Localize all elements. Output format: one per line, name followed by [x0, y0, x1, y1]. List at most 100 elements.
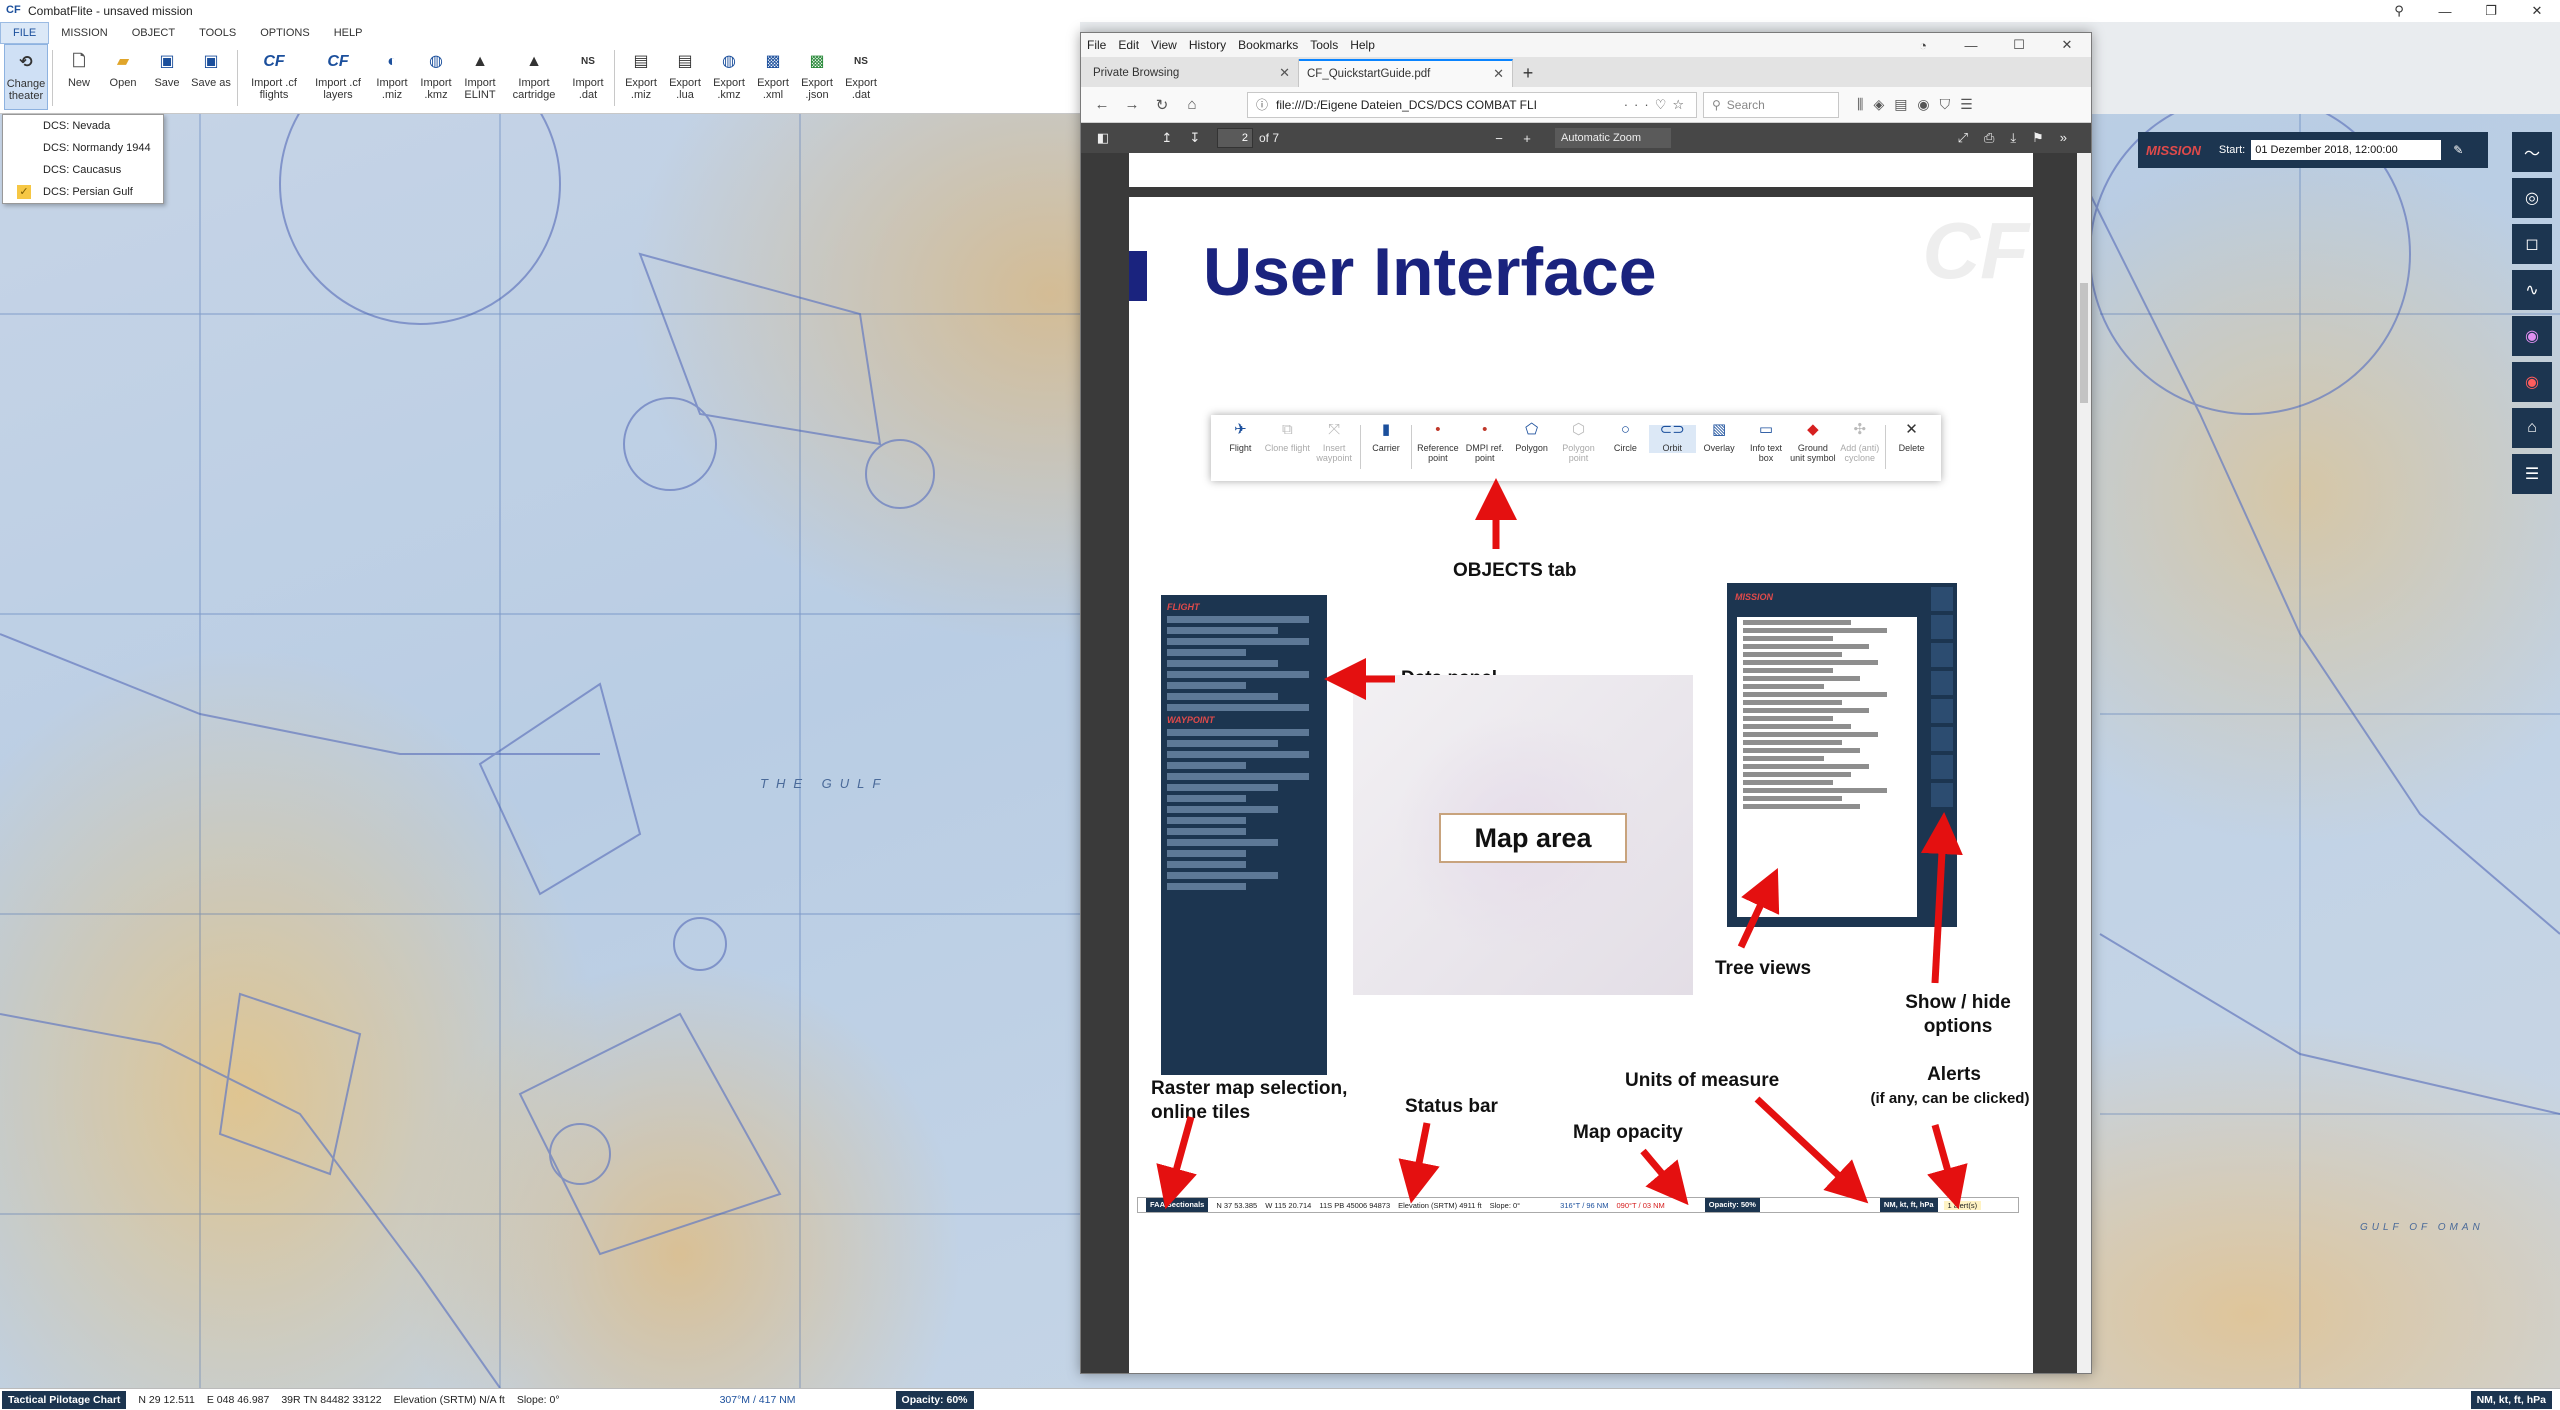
forward-icon[interactable]: → — [1117, 91, 1147, 119]
prev-page-icon[interactable]: ↥ — [1153, 130, 1181, 146]
import-elint-button[interactable]: ▲ Import ELINT — [458, 44, 502, 110]
ff-minimize-button[interactable]: — — [1947, 33, 1995, 57]
menu-file[interactable]: FILE — [0, 22, 50, 44]
point-icon: • — [1482, 421, 1488, 438]
ff-menu-edit[interactable]: Edit — [1118, 38, 1139, 52]
tab-quickstart-pdf[interactable]: CF_QuickstartGuide.pdf ✕ — [1299, 59, 1513, 87]
pdf-scrollbar[interactable] — [2077, 153, 2091, 1373]
change-theater-button[interactable]: ⟲ Change theater — [4, 44, 48, 110]
square-toggle-button[interactable]: ◻ — [2512, 224, 2552, 264]
airbase-toggle-button[interactable]: ⌂ — [2512, 408, 2552, 448]
menu-object[interactable]: OBJECT — [120, 22, 187, 44]
os-label: Circle — [1613, 443, 1637, 453]
home-icon[interactable]: ⌂ — [1177, 91, 1207, 119]
import-kmz-button[interactable]: ◍ Import .kmz — [414, 44, 458, 110]
new-button[interactable]: 🗋 New — [57, 44, 101, 110]
theater-item-caucasus[interactable]: DCS: Caucasus — [3, 159, 163, 181]
export-lua-button[interactable]: ▤ Export .lua — [663, 44, 707, 110]
target-toggle-button[interactable]: ◉ — [2512, 316, 2552, 356]
main-menubar: FILE MISSION OBJECT TOOLS OPTIONS HELP — [0, 22, 1080, 44]
pdf-scrollbar-thumb[interactable] — [2080, 283, 2088, 403]
pdf-actions[interactable]: ⤢⎙⤓⚑» — [1958, 130, 2083, 146]
ff-tabstrip: Private Browsing ✕ CF_QuickstartGuide.pd… — [1081, 57, 2091, 87]
import-flights-button[interactable]: CF Import .cf flights — [242, 44, 306, 110]
pdf-page-input[interactable]: 2 — [1217, 128, 1253, 148]
close-icon[interactable]: ✕ — [1493, 66, 1504, 82]
ff-menu-bookmarks[interactable]: Bookmarks — [1238, 38, 1298, 52]
start-date-input[interactable]: 01 Dezember 2018, 12:00:00 — [2251, 140, 2442, 160]
close-icon[interactable]: ✕ — [1279, 65, 1290, 81]
ff-maximize-button[interactable]: ☐ — [1995, 33, 2043, 57]
export-kmz-button[interactable]: ◍ Export .kmz — [707, 44, 751, 110]
ff-toolbar-icons[interactable]: ⫼◈▤◉⛉☰ — [1857, 96, 1983, 113]
back-icon[interactable]: ← — [1087, 91, 1117, 119]
next-page-icon[interactable]: ↧ — [1181, 130, 1209, 146]
os-label: DMPI ref. point — [1465, 443, 1504, 463]
ff-menu-tools[interactable]: Tools — [1310, 38, 1338, 52]
menu-options[interactable]: OPTIONS — [248, 22, 322, 44]
new-tab-button[interactable]: + — [1513, 59, 1543, 87]
close-button[interactable]: ✕ — [2514, 0, 2560, 22]
notes-toggle-button[interactable]: ☰ — [2512, 454, 2552, 494]
ss-mgrs: 11S PB 45006 94873 — [1319, 1200, 1391, 1210]
sidebar-toggle-icon[interactable]: ◧ — [1089, 130, 1117, 146]
zoom-select[interactable]: Automatic Zoom — [1555, 128, 1671, 148]
save-button[interactable]: ▣ Save — [145, 44, 189, 110]
menu-mission[interactable]: MISSION — [49, 22, 119, 44]
start-label: Start: — [2218, 144, 2246, 156]
threat-toggle-button[interactable]: ◉ — [2512, 362, 2552, 402]
import-dat-button[interactable]: NS Import .dat — [566, 44, 610, 110]
reload-icon[interactable]: ↻ — [1147, 91, 1177, 119]
pdf-viewer[interactable]: User Interface CF ✈ Flight ⧉ Clone flight … — [1081, 153, 2091, 1373]
import-layers-button[interactable]: CF Import .cf layers — [306, 44, 370, 110]
theater-item-normandy[interactable]: DCS: Normandy 1944 — [3, 137, 163, 159]
export-json-button[interactable]: ▩ Export .json — [795, 44, 839, 110]
slope-readout: Slope: 0° — [516, 1393, 560, 1406]
os-label: Polygon point — [1562, 443, 1595, 463]
ff-menu-view[interactable]: View — [1151, 38, 1177, 52]
ff-menu-history[interactable]: History — [1189, 38, 1226, 52]
tree-view-image: MISSION — [1727, 583, 1957, 927]
url-actions: ···♡☆ — [1623, 96, 1690, 112]
bearing-readout: 307°M / 417 NM — [719, 1393, 796, 1406]
ff-menu-file[interactable]: File — [1087, 38, 1106, 52]
theater-icon: ⟲ — [19, 54, 33, 71]
route-toggle-button[interactable]: ∿ — [2512, 270, 2552, 310]
units-selector[interactable]: NM, kt, ft, hPa — [2470, 1390, 2552, 1409]
theater-item-nevada[interactable]: DCS: Nevada — [3, 115, 163, 137]
tab-private-browsing[interactable]: Private Browsing ✕ — [1085, 59, 1299, 87]
zoom-out-icon[interactable]: − — [1485, 131, 1513, 146]
import-miz-button[interactable]: ◐ Import .miz — [370, 44, 414, 110]
export-dat-button[interactable]: NS Export .dat — [839, 44, 883, 110]
side-btn — [1931, 643, 1953, 667]
ff-menu-help[interactable]: Help — [1350, 38, 1375, 52]
open-button[interactable]: ▰ Open — [101, 44, 145, 110]
pdf-previous-page — [1129, 153, 2033, 187]
pin-icon[interactable]: ✎ — [2453, 143, 2463, 157]
ff-close-button[interactable]: ✕ — [2043, 33, 2091, 57]
maximize-button[interactable]: ❐ — [2468, 0, 2514, 22]
chart-toggle-button[interactable]: 〜 — [2512, 132, 2552, 172]
url-bar[interactable]: ⓘ file:///D:/Eigene Dateien_DCS/DCS COMB… — [1247, 91, 1697, 118]
zoom-in-icon[interactable]: + — [1513, 131, 1541, 146]
theater-item-persian-gulf[interactable]: ✓ DCS: Persian Gulf — [3, 181, 163, 203]
minimize-button[interactable]: — — [2422, 0, 2468, 22]
menu-help[interactable]: HELP — [322, 22, 375, 44]
map-selector[interactable]: Tactical Pilotage Chart — [2, 1390, 127, 1409]
export-xml-button[interactable]: ▩ Export .xml — [751, 44, 795, 110]
os-label: Orbit — [1662, 443, 1682, 453]
save-as-button[interactable]: ▣ Save as — [189, 44, 233, 110]
opacity-selector[interactable]: Opacity: 60% — [895, 1390, 974, 1409]
pin-icon[interactable]: ⚲ — [2376, 0, 2422, 22]
home-icon: ⌂ — [2527, 419, 2537, 436]
dp-line — [1167, 660, 1278, 667]
search-input[interactable]: ⚲ Search — [1703, 91, 1839, 118]
open-label: Open — [109, 77, 137, 89]
menu-tools[interactable]: TOOLS — [187, 22, 248, 44]
circle-icon: ○ — [1620, 421, 1630, 438]
export-kmz-label: Export .kmz — [713, 77, 745, 101]
import-cartridge-button[interactable]: ▲ Import cartridge — [502, 44, 566, 110]
import-dat-label: Import .dat — [572, 77, 604, 101]
export-miz-button[interactable]: ▤ Export .miz — [619, 44, 663, 110]
layers-toggle-button[interactable]: ◎ — [2512, 178, 2552, 218]
